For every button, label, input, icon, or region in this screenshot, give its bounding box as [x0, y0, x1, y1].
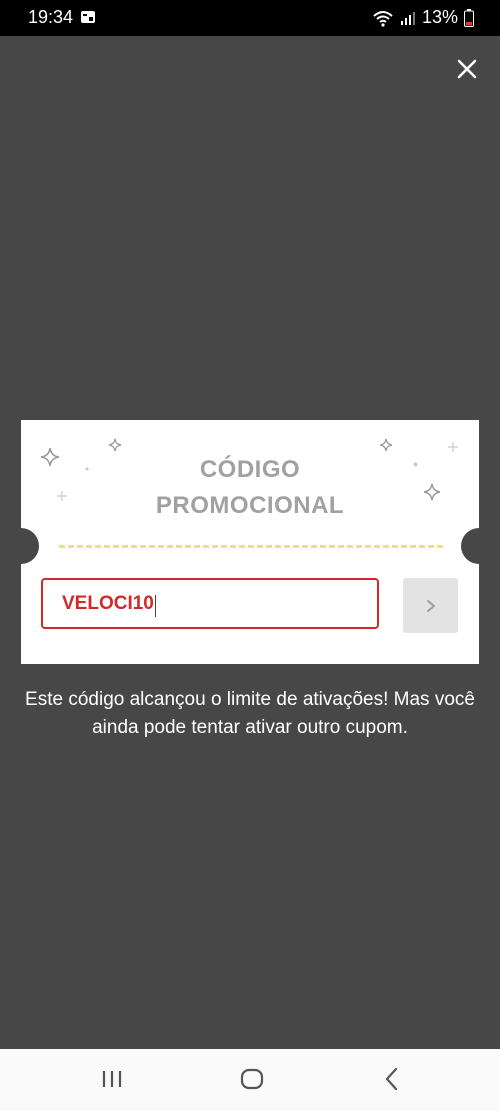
promo-code-input[interactable] [41, 578, 379, 629]
ticket-notch-left [21, 528, 39, 564]
status-indicators: 13% [372, 7, 474, 28]
wifi-icon [373, 10, 393, 27]
plus-icon [448, 442, 458, 452]
promo-code-card: CÓDIGO PROMOCIONAL [21, 420, 479, 664]
battery-icon [464, 8, 474, 27]
ticket-divider [59, 545, 443, 548]
navigation-bar [0, 1049, 500, 1111]
back-button[interactable] [380, 1065, 404, 1098]
promo-title-line2: PROMOCIONAL [155, 492, 345, 519]
home-button[interactable] [239, 1065, 265, 1098]
chevron-right-icon [427, 600, 435, 612]
recent-apps-button[interactable] [100, 1065, 124, 1098]
text-cursor [155, 595, 156, 617]
status-bar: 19:34 13% [0, 0, 500, 36]
close-button[interactable] [452, 54, 482, 84]
ticket-notch-right [461, 528, 479, 564]
sparkle-icon [108, 438, 122, 452]
promo-title-line1: CÓDIGO [199, 456, 301, 483]
battery-percent: 13% [421, 7, 458, 27]
sparkle-icon [379, 438, 393, 452]
error-message: Este código alcançou o limite de ativaçõ… [25, 689, 475, 738]
home-icon [240, 1068, 264, 1090]
submit-code-button[interactable] [403, 578, 458, 633]
back-icon [385, 1067, 398, 1091]
signal-icon [400, 11, 415, 25]
close-icon [457, 59, 477, 79]
recent-apps-icon [102, 1071, 122, 1087]
status-time: 19:34 [28, 7, 74, 27]
notification-icon [81, 11, 95, 23]
